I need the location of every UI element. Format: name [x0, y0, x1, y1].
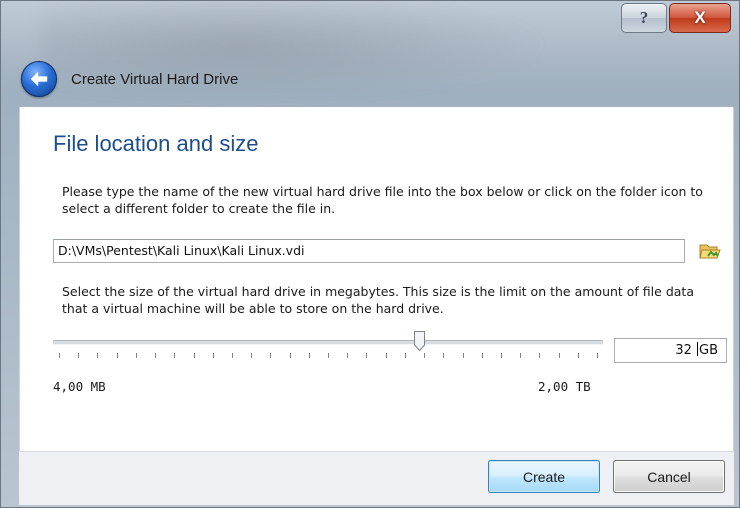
- cancel-button[interactable]: Cancel: [613, 460, 725, 493]
- range-max-label: 2,00 TB: [538, 379, 591, 394]
- file-path-input[interactable]: D:\VMs\Pentest\Kali Linux\Kali Linux.vdi: [53, 239, 685, 263]
- titlebar-buttons: ? X: [621, 3, 731, 33]
- slider-tick: [290, 353, 291, 358]
- page-title: File location and size: [53, 131, 259, 156]
- text-caret: [697, 342, 698, 356]
- slider-tick: [539, 353, 540, 358]
- create-button[interactable]: Create: [488, 460, 600, 493]
- slider-tick: [117, 353, 118, 358]
- slider-tick: [443, 353, 444, 358]
- slider-tick: [559, 353, 560, 358]
- slider-tick: [424, 353, 425, 358]
- slider-tick: [194, 353, 195, 358]
- size-input[interactable]: 32 GB: [614, 338, 727, 363]
- slider-tick: [136, 353, 137, 358]
- slider-tick: [270, 353, 271, 358]
- slider-tick: [328, 353, 329, 358]
- help-button[interactable]: ?: [621, 3, 667, 33]
- slider-thumb[interactable]: [414, 331, 425, 351]
- slider-tick: [405, 353, 406, 358]
- slider-tick: [386, 353, 387, 358]
- slider-tick: [97, 353, 98, 358]
- location-description: Please type the name of the new virtual …: [62, 184, 703, 216]
- wizard-header: Create Virtual Hard Drive: [21, 59, 238, 99]
- size-value: 32: [675, 343, 696, 358]
- back-arrow-icon: [30, 71, 48, 87]
- slider-tick: [578, 353, 579, 358]
- size-unit: GB: [699, 343, 718, 358]
- size-slider[interactable]: [53, 331, 603, 361]
- slider-tick: [597, 353, 598, 358]
- slider-ticks: [53, 353, 603, 361]
- slider-tick: [366, 353, 367, 358]
- slider-tick: [78, 353, 79, 358]
- browse-folder-button[interactable]: [698, 240, 722, 262]
- close-button[interactable]: X: [669, 3, 731, 33]
- slider-tick: [155, 353, 156, 358]
- slider-tick: [213, 353, 214, 358]
- slider-tick: [482, 353, 483, 358]
- slider-tick: [232, 353, 233, 358]
- slider-track: [53, 340, 603, 345]
- slider-tick: [174, 353, 175, 358]
- button-bar: Create Cancel: [19, 451, 734, 505]
- slider-tick: [59, 353, 60, 358]
- slider-tick: [501, 353, 502, 358]
- slider-tick: [520, 353, 521, 358]
- back-button[interactable]: [21, 61, 57, 97]
- wizard-title: Create Virtual Hard Drive: [71, 70, 239, 88]
- size-description: Select the size of the virtual hard driv…: [62, 284, 694, 316]
- slider-tick: [251, 353, 252, 358]
- content-panel: File location and size Please type the n…: [19, 107, 734, 451]
- slider-tick: [347, 353, 348, 358]
- range-min-label: 4,00 MB: [53, 379, 106, 394]
- folder-icon: [699, 244, 721, 259]
- slider-tick: [463, 353, 464, 358]
- slider-tick: [309, 353, 310, 358]
- dialog-window: ? X Create Virtual Hard Drive File locat…: [0, 0, 740, 508]
